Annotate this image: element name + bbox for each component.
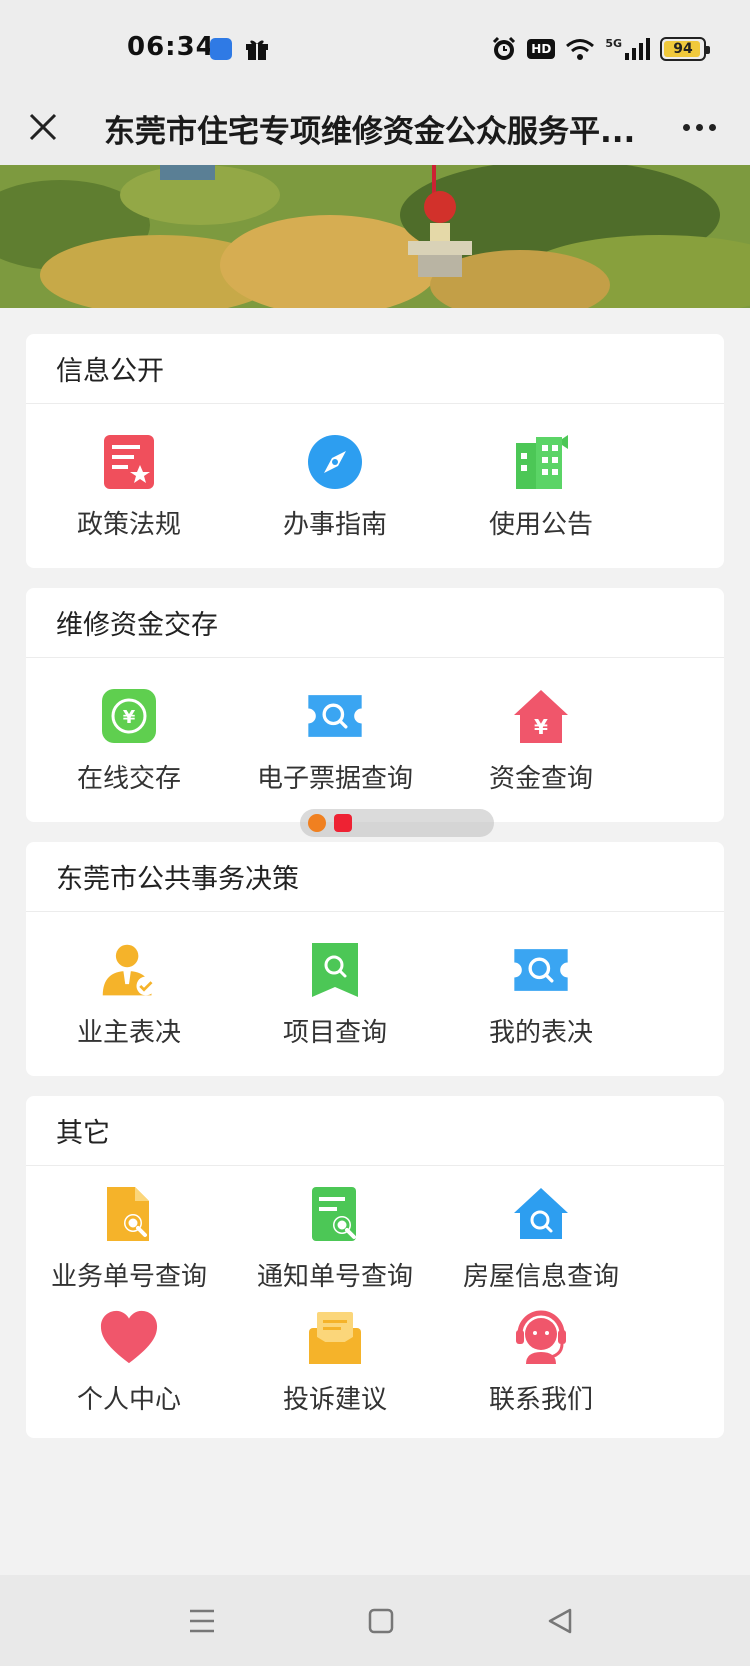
home-square-icon: [368, 1608, 394, 1634]
grid-item-house-info[interactable]: 房屋信息查询: [438, 1184, 644, 1293]
grid-item-label: 电子票据查询: [256, 764, 413, 794]
grid-item-label: 业务单号查询: [50, 1262, 207, 1292]
gift-icon: [246, 40, 268, 60]
grid-item-complaint[interactable]: 投诉建议: [232, 1307, 438, 1416]
back-button[interactable]: [542, 1603, 578, 1639]
grid-item-label: 我的表决: [488, 1018, 593, 1048]
doc-search-icon: [99, 1184, 159, 1244]
house-yuan-icon: ¥: [511, 686, 571, 746]
section-header: 信息公开: [26, 334, 724, 404]
grid-item-label: 房屋信息查询: [462, 1262, 619, 1292]
back-triangle-icon: [548, 1608, 572, 1634]
grid-item-contact[interactable]: 联系我们: [438, 1307, 644, 1416]
close-icon: [29, 113, 57, 141]
grid-item-label: 政策法规: [76, 510, 181, 540]
status-time: 06:34: [127, 32, 215, 62]
watermark-logo-a: [308, 814, 326, 832]
section-grid: 业主表决 项目查询 我的表决: [26, 912, 724, 1049]
banner-image: [0, 165, 750, 308]
status-bar: 06:34 HD 5G 94: [0, 0, 750, 90]
section-title: 其它: [56, 1118, 110, 1149]
close-button[interactable]: [20, 104, 66, 150]
watermark: [300, 809, 494, 837]
grid-item-label: 业主表决: [76, 1018, 181, 1048]
menu-button[interactable]: [184, 1603, 220, 1639]
grid-item-personal-center[interactable]: 个人中心: [26, 1307, 232, 1416]
grid-item-label: 资金查询: [488, 764, 593, 794]
wifi-icon: [566, 39, 595, 60]
section-header: 其它: [26, 1096, 724, 1166]
menu-icon: [190, 1609, 214, 1633]
grid-item-owner-vote[interactable]: 业主表决: [26, 940, 232, 1049]
grid-item-fund-query[interactable]: ¥ 资金查询: [438, 686, 644, 795]
grid-item-guide[interactable]: 办事指南: [232, 432, 438, 541]
watermark-logo-b: [334, 814, 352, 832]
house-search-icon: [511, 1184, 571, 1244]
home-button[interactable]: [363, 1603, 399, 1639]
grid-item-label: 个人中心: [76, 1385, 181, 1415]
system-nav-bar: [0, 1575, 750, 1666]
title-bar: 东莞市住宅专项维修资金公众服务平...: [0, 90, 750, 165]
grid-item-label: 办事指南: [282, 510, 387, 540]
grid-item-label: 在线交存: [76, 764, 181, 794]
svg-text:¥: ¥: [534, 715, 548, 739]
section-header: 东莞市公共事务决策: [26, 842, 724, 912]
app-icon: [210, 38, 232, 60]
section-header: 维修资金交存: [26, 588, 724, 658]
yuan-cycle-icon: ¥: [99, 686, 159, 746]
battery-level: 94: [673, 41, 693, 57]
mail-icon: [305, 1307, 365, 1367]
grid-item-label: 项目查询: [282, 1018, 387, 1048]
grid-item-notice-no[interactable]: 通知单号查询: [232, 1184, 438, 1293]
banner-landscape: [0, 165, 750, 308]
hd-icon: HD: [527, 39, 556, 59]
project-search-icon: [305, 940, 365, 1000]
grid-item-policy[interactable]: 政策法规: [26, 432, 232, 541]
section-title: 维修资金交存: [56, 610, 218, 641]
svg-text:¥: ¥: [123, 707, 136, 728]
grid-item-online-deposit[interactable]: ¥ 在线交存: [26, 686, 232, 795]
signal-icon: [625, 38, 650, 60]
section-grid: ¥ 在线交存 电子票据查询 ¥ 资金查询: [26, 658, 724, 795]
compass-icon: [305, 432, 365, 492]
grid-item-business-no[interactable]: 业务单号查询: [26, 1184, 232, 1293]
grid-item-label: 使用公告: [488, 510, 593, 540]
ticket-search-icon: [511, 940, 571, 1000]
more-button[interactable]: [674, 104, 724, 150]
section-card-decision: 东莞市公共事务决策 业主表决 项目查询 我的表决: [26, 842, 724, 1076]
section-title: 东莞市公共事务决策: [56, 864, 299, 895]
building-icon: [511, 432, 571, 492]
more-icon: [682, 123, 690, 131]
page-title: 东莞市住宅专项维修资金公众服务平...: [104, 114, 636, 150]
owner-vote-icon: [99, 940, 159, 1000]
grid-item-label: 投诉建议: [282, 1385, 387, 1415]
ticket-search-icon: [305, 686, 365, 746]
grid-item-project-query[interactable]: 项目查询: [232, 940, 438, 1049]
support-agent-icon: [511, 1307, 571, 1367]
battery-icon: 94: [660, 37, 710, 61]
section-card-info: 信息公开 政策法规 办事指南 使用公告: [26, 334, 724, 568]
section-grid: 业务单号查询 通知单号查询 房屋信息查询 个人中心 投诉建议 联系我们: [26, 1166, 724, 1416]
heart-icon: [99, 1307, 159, 1367]
grid-item-label: 通知单号查询: [256, 1262, 413, 1292]
notice-search-icon: [305, 1184, 365, 1244]
network-label: 5G: [605, 36, 622, 50]
section-card-deposit: 维修资金交存 ¥ 在线交存 电子票据查询 ¥ 资金查询: [26, 588, 724, 822]
section-title: 信息公开: [56, 356, 164, 387]
grid-item-notice[interactable]: 使用公告: [438, 432, 644, 541]
grid-item-e-invoice[interactable]: 电子票据查询: [232, 686, 438, 795]
section-grid: 政策法规 办事指南 使用公告: [26, 404, 724, 541]
grid-item-label: 联系我们: [488, 1385, 593, 1415]
section-card-other: 其它 业务单号查询 通知单号查询 房屋信息查询 个人中心 投诉建议 联系我们: [26, 1096, 724, 1438]
policy-doc-icon: [99, 432, 159, 492]
alarm-icon: [493, 36, 516, 60]
grid-item-my-vote[interactable]: 我的表决: [438, 940, 644, 1049]
